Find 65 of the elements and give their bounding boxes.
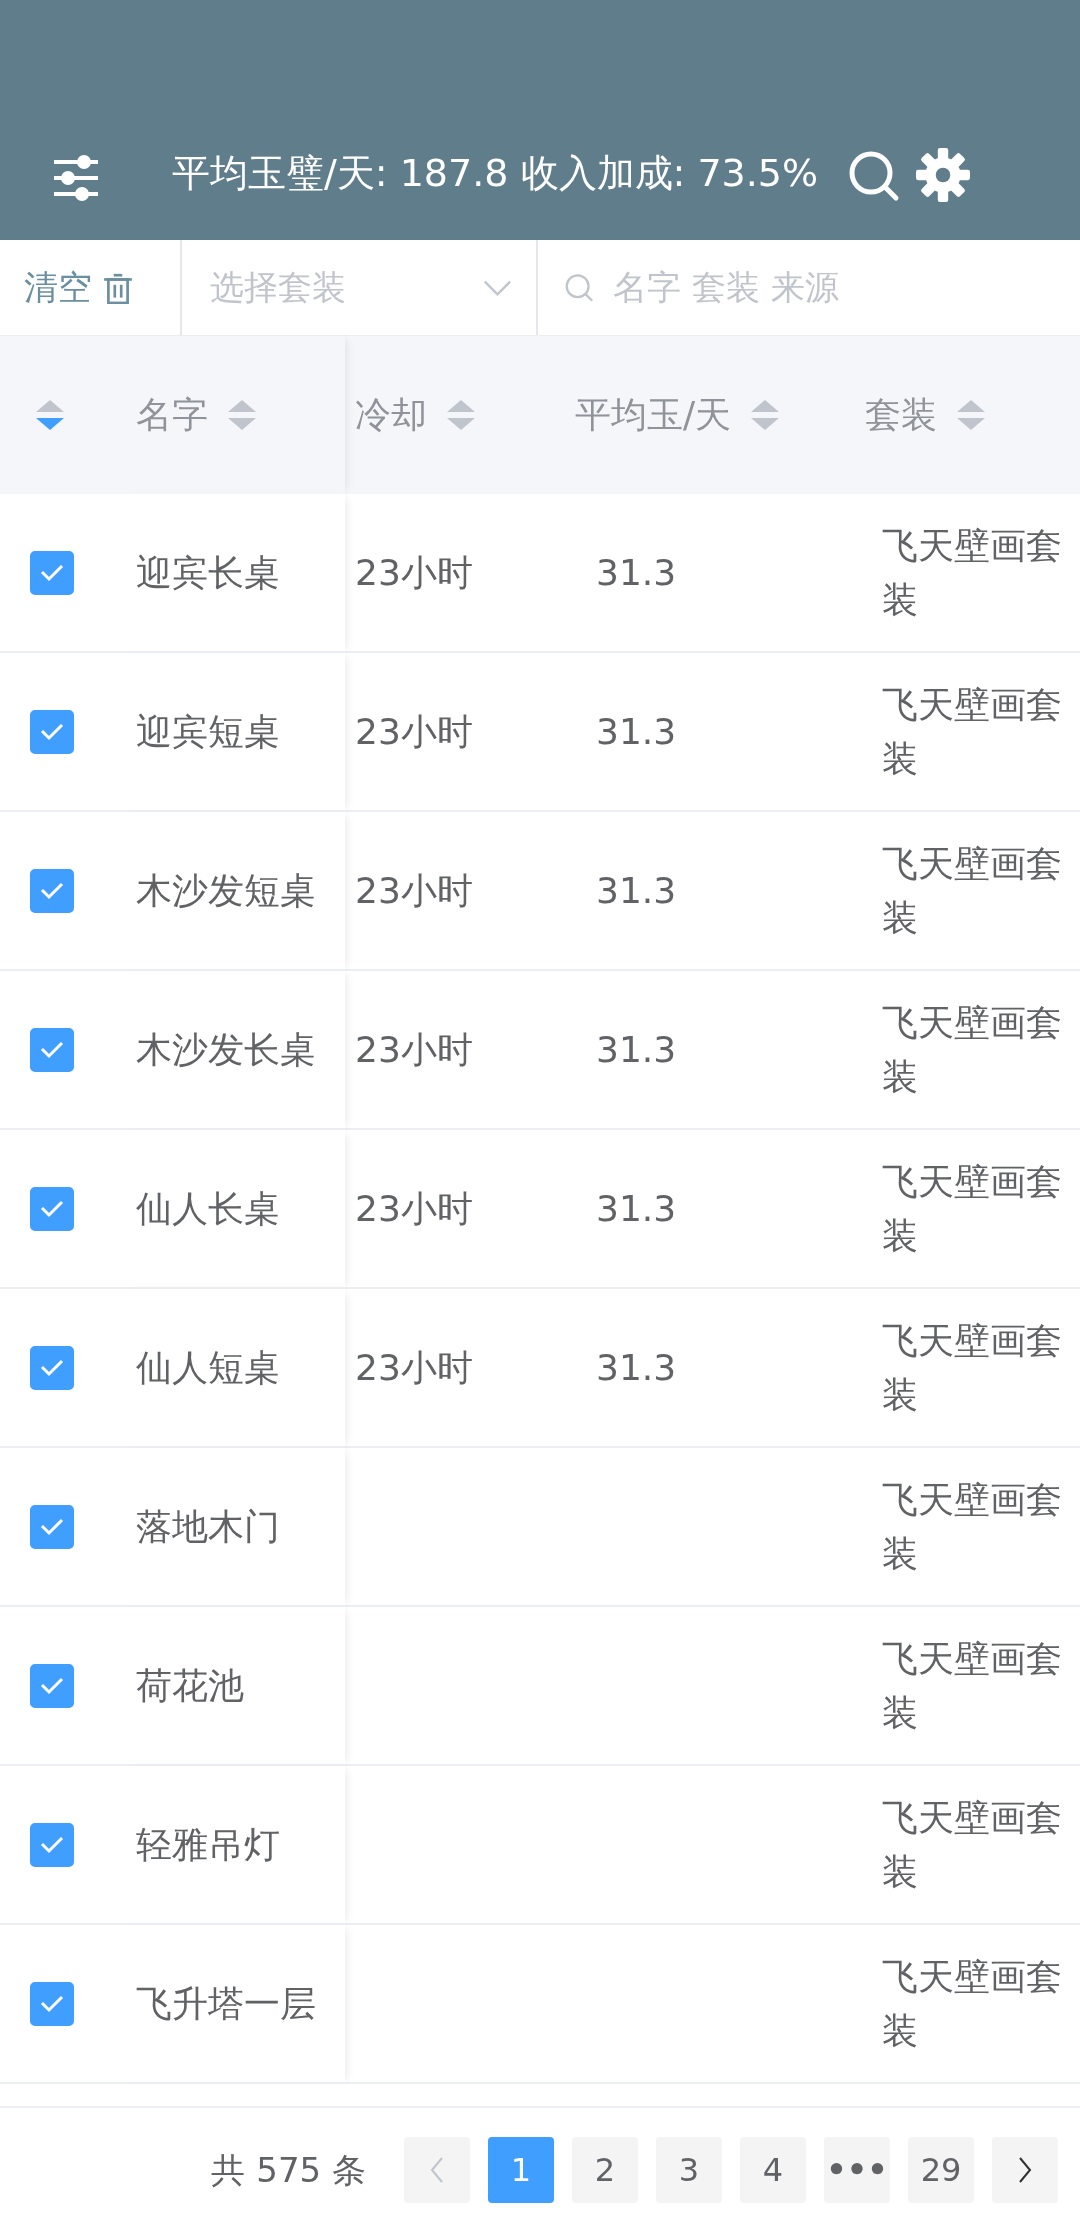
item-name: 迎宾长桌: [136, 550, 280, 595]
set-name: 飞天壁画套装: [882, 1477, 1063, 1576]
column-header: 名字: [136, 393, 208, 437]
column-header: 冷却: [355, 393, 427, 437]
column-header: 平均玉/天: [575, 393, 732, 437]
sort-icon[interactable]: [226, 398, 258, 432]
set-name: 飞天壁画套装: [882, 841, 1063, 940]
item-name: 荷花池: [136, 1663, 244, 1708]
checkbox[interactable]: [30, 868, 74, 913]
set-name: 飞天壁画套装: [882, 1159, 1063, 1258]
average-value: 31.3: [596, 1027, 677, 1072]
settings-icon[interactable]: [916, 148, 971, 202]
checkbox[interactable]: [30, 1504, 74, 1549]
item-name: 轻雅吊灯: [136, 1822, 280, 1867]
average-value: 31.3: [596, 709, 677, 754]
set-name: 飞天壁画套装: [882, 682, 1063, 781]
header-title: 平均玉璧/天: 187.8 收入加成: 73.5%: [172, 150, 819, 197]
chevron-right-icon: [1016, 2156, 1034, 2184]
item-name: 仙人短桌: [136, 1345, 280, 1390]
set-name: 飞天壁画套装: [882, 1795, 1063, 1894]
cooldown-text: 23小时: [355, 550, 473, 595]
average-value: 31.3: [596, 868, 677, 913]
item-name: 仙人长桌: [136, 1186, 280, 1231]
search-icon[interactable]: [848, 150, 901, 202]
checkbox[interactable]: [30, 1663, 74, 1708]
checkbox[interactable]: [30, 1186, 74, 1231]
checkbox[interactable]: [30, 1822, 74, 1867]
checkbox[interactable]: [30, 1981, 74, 2026]
cooldown-text: 23小时: [355, 1345, 473, 1390]
column-header: 套装: [865, 393, 937, 437]
trash-icon: [102, 271, 134, 304]
item-name: 木沙发长桌: [136, 1027, 316, 1072]
more-pages-button[interactable]: •••: [824, 2137, 890, 2203]
sort-icon[interactable]: [34, 398, 66, 432]
page-button[interactable]: 4: [740, 2137, 806, 2203]
item-name: 飞升塔一层: [136, 1981, 316, 2026]
checkbox[interactable]: [30, 1345, 74, 1390]
chevron-left-icon: [428, 2156, 446, 2184]
set-name: 飞天壁画套装: [882, 1000, 1063, 1099]
average-value: 31.3: [596, 1186, 677, 1231]
cooldown-text: 23小时: [355, 1186, 473, 1231]
checkbox[interactable]: [30, 1027, 74, 1072]
search-field[interactable]: 名字 套装 来源: [610, 261, 1080, 314]
item-name: 木沙发短桌: [136, 868, 316, 913]
item-name: 迎宾短桌: [136, 709, 280, 754]
checkbox[interactable]: [30, 709, 74, 754]
page-button[interactable]: 3: [656, 2137, 722, 2203]
average-value: 31.3: [596, 1345, 677, 1390]
set-name: 飞天壁画套装: [882, 1636, 1063, 1735]
sort-icon[interactable]: [955, 398, 987, 432]
checkbox[interactable]: [30, 550, 74, 595]
sort-icon[interactable]: [445, 398, 477, 432]
average-value: 31.3: [596, 550, 677, 595]
set-select[interactable]: 选择套装: [208, 261, 484, 314]
set-name: 飞天壁画套装: [882, 1318, 1063, 1417]
page-button[interactable]: 29: [908, 2137, 974, 2203]
item-name: 落地木门: [136, 1504, 280, 1549]
cooldown-text: 23小时: [355, 709, 473, 754]
set-name: 飞天壁画套装: [882, 1954, 1063, 2053]
page-button[interactable]: 2: [572, 2137, 638, 2203]
filter-settings-icon[interactable]: [52, 154, 100, 202]
set-name: 飞天壁画套装: [882, 523, 1063, 622]
cooldown-text: 23小时: [355, 868, 473, 913]
cooldown-text: 23小时: [355, 1027, 473, 1072]
total-count: 共 575 条: [211, 2148, 366, 2192]
